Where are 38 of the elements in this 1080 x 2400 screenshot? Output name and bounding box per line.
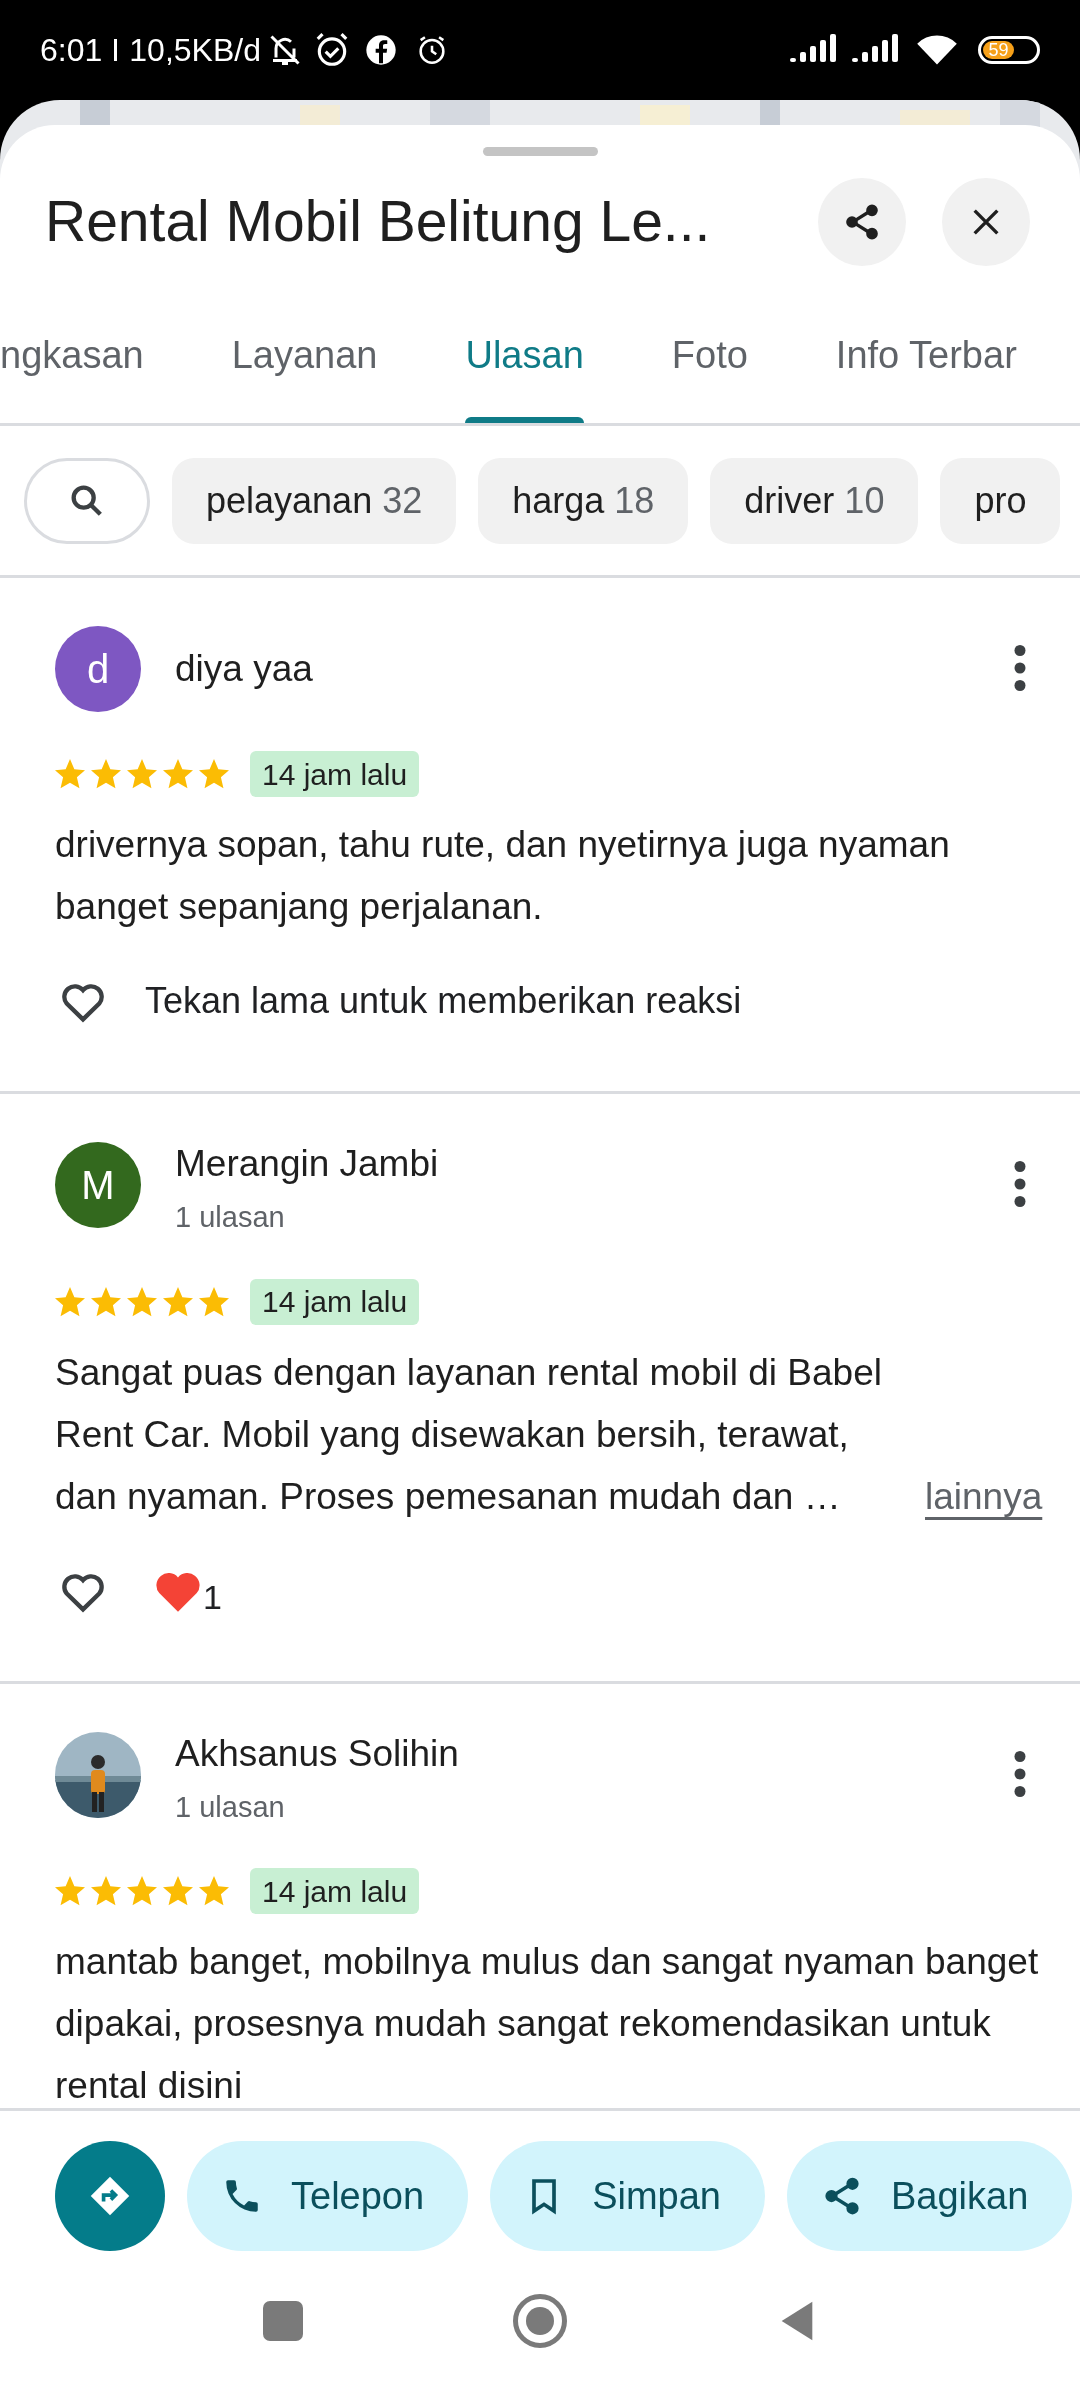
recents-button[interactable] <box>263 2300 303 2341</box>
home-button[interactable] <box>513 2293 567 2348</box>
review-count: 1 ulasan <box>175 1789 286 1825</box>
time-badge: 14 jam lalu <box>250 751 420 797</box>
tab[interactable]: ngkasan <box>0 288 144 423</box>
review-text: drivernya sopan, tahu rute, dan nyetirnya juga nyaman banget sepanjang perjalanan. <box>55 823 951 929</box>
filter-chip[interactable]: harga 18 <box>478 457 689 544</box>
battery-icon: 59 <box>978 36 1040 64</box>
tab[interactable]: Layanan <box>231 288 378 423</box>
time-badge: 14 jam lalu <box>250 1278 420 1325</box>
reviewer-name[interactable]: diya yaa <box>175 647 1005 691</box>
facebook-icon <box>364 34 397 66</box>
tab[interactable]: Ulasan <box>465 288 584 423</box>
status-time: 6:01 <box>40 31 103 70</box>
filter-chip[interactable]: pro <box>940 457 1061 544</box>
search-button[interactable] <box>24 457 150 544</box>
action-button[interactable]: Simpan <box>490 2141 765 2251</box>
avatar: M <box>55 1142 141 1228</box>
time-badge: 14 jam lalu <box>250 1868 420 1914</box>
review-text: mantab banget, mobilnya mulus dan sangat nyaman banget dipakai, prosesnya mudah sangat rekomendasikan untuk rental disini <box>55 1940 1040 2108</box>
filter-chip[interactable]: pelayanan 32 <box>172 457 457 544</box>
network-speed: 10,5KB/d <box>129 31 261 70</box>
place-title: Rental Mobil Belitung Le... <box>45 188 712 256</box>
reviewer-name[interactable]: Akhsanus Solihin <box>175 1731 1005 1776</box>
action-button[interactable]: Telepon <box>187 2141 469 2251</box>
reviewer-name[interactable]: Merangin Jambi <box>175 1142 1005 1186</box>
tab[interactable]: Foto <box>671 288 748 423</box>
reaction-hint: Tekan lama untuk memberikan reaksi <box>145 979 742 1023</box>
action-button[interactable]: Bagikan <box>786 2141 1073 2251</box>
review-text: Sangat puas dengan layanan rental mobil di Babel Rent Car. Mobil yang disewakan bersih, terawat, dan nyaman. Proses pemesanan mudah dan … <box>55 1350 883 1519</box>
more-link[interactable]: lainnya <box>925 1465 1043 1528</box>
filter-chip[interactable]: driver 10 <box>710 457 919 544</box>
review-count: 1 ulasan <box>175 1200 286 1235</box>
tab[interactable]: Info Terbar <box>835 288 1017 423</box>
directions-icon <box>88 2174 132 2218</box>
drag-handle[interactable] <box>482 147 598 156</box>
avatar: d <box>55 626 141 712</box>
reaction-count: 1 <box>203 1579 222 1614</box>
